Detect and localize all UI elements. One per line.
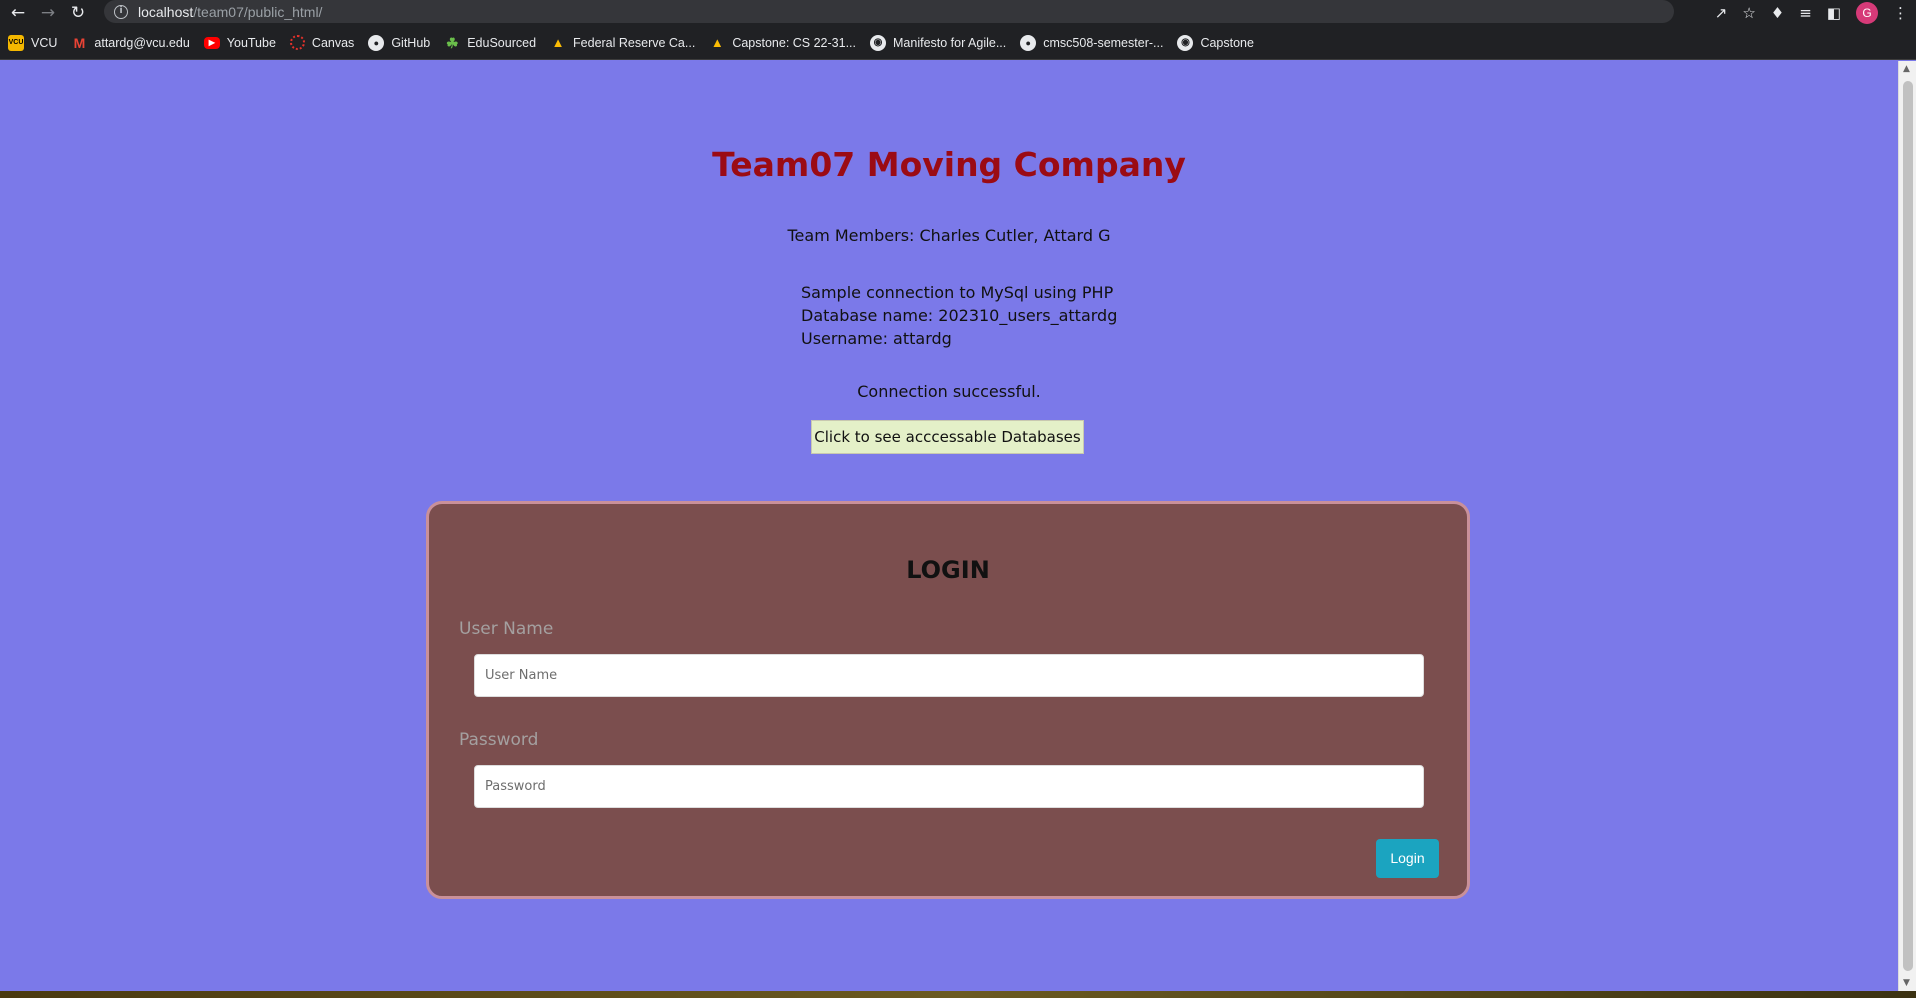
browser-actions: ↗ ☆ ♦ ≡ ◧ G ⋮ [1715, 2, 1908, 24]
bookmark-label: YouTube [226, 35, 276, 50]
bookmark-canvas[interactable]: Canvas [289, 35, 355, 50]
username-label: User Name [459, 619, 554, 639]
bookmark-star-icon[interactable]: ☆ [1742, 4, 1755, 22]
menu-kebab-icon[interactable]: ⋮ [1893, 4, 1908, 22]
username-input[interactable] [474, 654, 1424, 697]
bookmark-github[interactable]: ● GitHub [368, 34, 431, 51]
bookmark-label: attardg@vcu.edu [94, 35, 190, 50]
bookmark-capstone[interactable]: ◉ Capstone [1177, 34, 1254, 51]
password-label: Password [459, 730, 539, 750]
github-icon: ● [1020, 34, 1037, 51]
url-text[interactable]: localhost/team07/public_html/ [138, 4, 322, 20]
bookmark-federal-reserve[interactable]: ▲ Federal Reserve Ca... [550, 34, 696, 51]
forward-arrow-icon[interactable]: → [36, 2, 60, 24]
bookmark-label: VCU [31, 35, 58, 50]
connection-info: Sample connection to MySql using PHP Dat… [801, 281, 1117, 350]
globe-icon: ◉ [1177, 34, 1194, 51]
browser-toolbar: ← → ↻ i localhost/team07/public_html/ ↗ … [0, 0, 1916, 26]
site-info-icon[interactable]: i [114, 4, 128, 19]
google-drive-icon: ▲ [710, 34, 724, 50]
scroll-down-arrow-icon[interactable]: ▼ [1903, 978, 1910, 988]
youtube-icon: ▶ [203, 36, 220, 49]
bookmark-label: Capstone [1200, 35, 1254, 50]
bookmark-vcu[interactable]: VCU VCU [8, 34, 58, 51]
share-icon[interactable]: ↗ [1715, 4, 1728, 22]
login-form: LOGIN User Name Password Login [426, 501, 1470, 899]
scroll-up-arrow-icon[interactable]: ▲ [1903, 64, 1910, 74]
taskbar-edge [0, 991, 1916, 998]
bookmark-cmsc508[interactable]: ● cmsc508-semester-... [1020, 34, 1164, 51]
bookmark-edusourced[interactable]: ☘ EduSourced [444, 35, 536, 51]
password-input[interactable] [474, 765, 1424, 808]
database-name-line: Database name: 202310_users_attardg [801, 306, 1118, 325]
address-bar[interactable]: i localhost/team07/public_html/ [104, 0, 1674, 23]
bookmark-gmail[interactable]: Mattardg@vcu.edu [71, 34, 190, 51]
gmail-icon: M [73, 34, 86, 51]
url-path: /team07/public_html/ [193, 3, 323, 20]
page-title: Team07 Moving Company [712, 145, 1186, 184]
show-databases-button[interactable]: Click to see acccessable Databases [811, 420, 1084, 454]
connection-status: Connection successful. [857, 382, 1041, 401]
profile-avatar[interactable]: G [1856, 2, 1878, 24]
scrollbar-thumb[interactable] [1903, 81, 1913, 971]
bookmark-label: Manifesto for Agile... [893, 35, 1007, 50]
bookmarks-bar: VCU VCU Mattardg@vcu.edu ▶ YouTube Canvas … [0, 26, 1916, 60]
bookmark-label: EduSourced [467, 35, 537, 50]
bookmark-label: Canvas [311, 35, 355, 50]
connection-info-line: Sample connection to MySql using PHP [801, 283, 1114, 302]
github-icon: ● [368, 34, 385, 51]
globe-icon: ◉ [870, 34, 886, 51]
side-panel-icon[interactable]: ◧ [1827, 4, 1841, 22]
page-content: Team07 Moving Company Team Members: Char… [0, 61, 1898, 991]
reading-list-icon[interactable]: ≡ [1799, 4, 1812, 22]
bookmark-label: cmsc508-semester-... [1043, 35, 1164, 50]
username-line: Username: attardg [801, 329, 952, 348]
canvas-icon [289, 35, 305, 50]
bookmark-agile-manifesto[interactable]: ◉ Manifesto for Agile... [870, 34, 1007, 51]
bookmark-label: GitHub [391, 35, 431, 50]
vcu-icon: VCU [8, 34, 24, 51]
reload-icon[interactable]: ↻ [66, 2, 90, 24]
bookmark-label: Capstone: CS 22-31... [732, 35, 856, 50]
google-drive-icon: ▲ [551, 34, 565, 50]
vertical-scrollbar[interactable]: ▲ ▼ [1898, 61, 1916, 991]
team-members-text: Team Members: Charles Cutler, Attard G [787, 226, 1111, 245]
bookmark-youtube[interactable]: ▶ YouTube [203, 35, 276, 50]
bookmark-label: Federal Reserve Ca... [573, 35, 696, 50]
extensions-icon[interactable]: ♦ [1771, 4, 1784, 22]
url-host: localhost [138, 3, 194, 20]
login-heading: LOGIN [906, 556, 990, 584]
bookmark-capstone-cs[interactable]: ▲ Capstone: CS 22-31... [709, 35, 856, 51]
back-arrow-icon[interactable]: ← [6, 2, 30, 24]
login-button[interactable]: Login [1376, 839, 1439, 878]
edusourced-icon: ☘ [445, 34, 459, 51]
